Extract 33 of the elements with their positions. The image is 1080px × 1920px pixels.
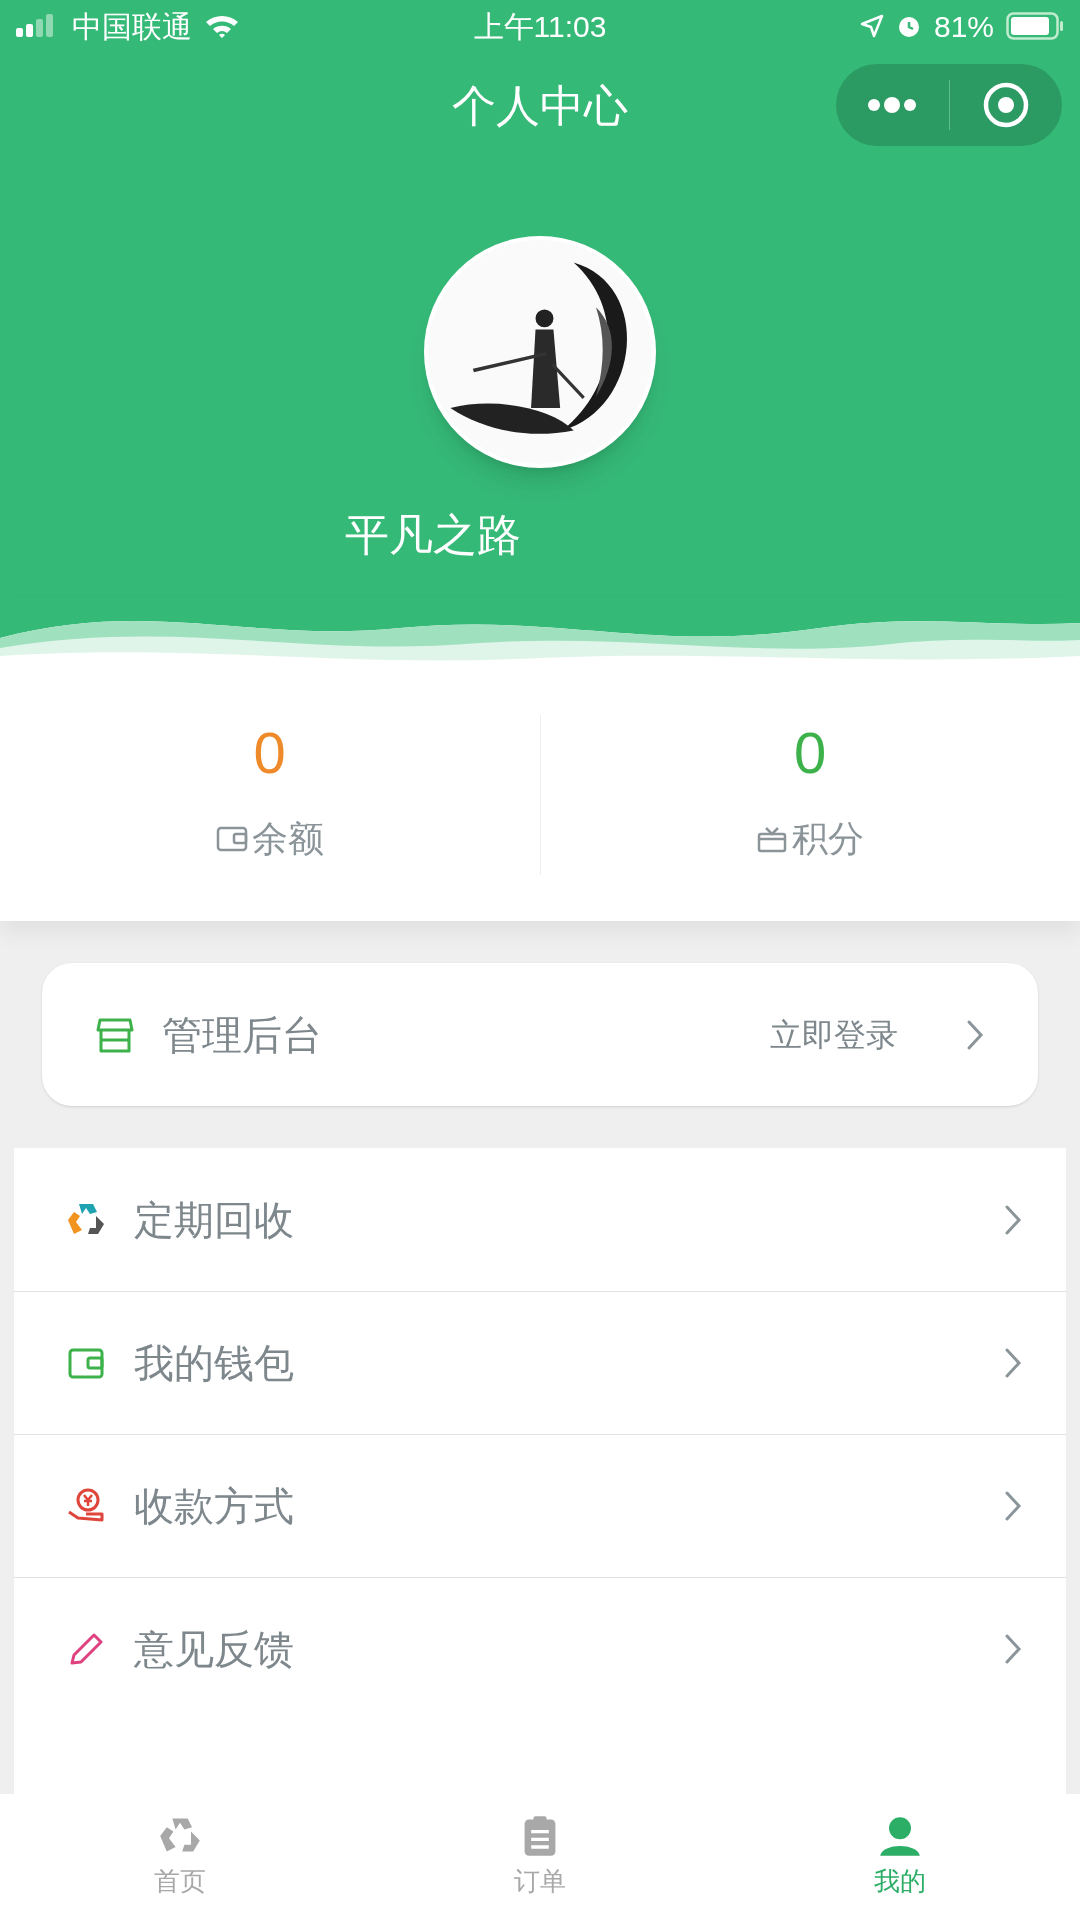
battery-icon bbox=[1006, 12, 1064, 40]
menu-label: 我的钱包 bbox=[134, 1340, 295, 1387]
menu-label: 定期回收 bbox=[134, 1196, 295, 1244]
admin-card[interactable]: 管理后台 立即登录 bbox=[42, 963, 1038, 1106]
tab-item[interactable]: 订单 bbox=[360, 1794, 720, 1920]
chevron-right-icon bbox=[966, 1018, 984, 1051]
stat-value: 0 bbox=[794, 723, 827, 782]
chevron-right-icon bbox=[1004, 1347, 1022, 1379]
battery-percent: 81% bbox=[933, 8, 994, 45]
location-arrow-icon bbox=[859, 14, 884, 38]
menu-item[interactable]: 我的钱包 bbox=[14, 1291, 1066, 1434]
more-icon bbox=[866, 97, 919, 113]
menu-label: 意见反馈 bbox=[134, 1626, 295, 1673]
stat-label: 积分 bbox=[792, 816, 865, 861]
wifi-icon bbox=[204, 13, 240, 39]
status-time: 上午11:03 bbox=[472, 8, 608, 45]
stat-label: 余额 bbox=[251, 816, 324, 861]
stat-value: 0 bbox=[253, 723, 286, 782]
menu-label: 收款方式 bbox=[134, 1483, 295, 1530]
target-icon bbox=[981, 81, 1030, 129]
page-title: 个人中心 bbox=[452, 80, 628, 132]
chevron-right-icon bbox=[1004, 1490, 1022, 1522]
menu-item[interactable]: 定期回收 bbox=[14, 1148, 1066, 1291]
carrier-name: 中国联通 bbox=[72, 8, 192, 45]
tab-item[interactable]: 我的 bbox=[720, 1794, 1080, 1920]
menu-item[interactable]: 意见反馈 bbox=[14, 1577, 1066, 1720]
chevron-right-icon bbox=[1004, 1633, 1022, 1665]
login-link[interactable]: 立即登录 bbox=[770, 1010, 898, 1059]
admin-label: 管理后台 bbox=[162, 1011, 323, 1059]
tab-item[interactable]: 首页 bbox=[0, 1794, 360, 1920]
user-name: 平凡之路 bbox=[345, 510, 521, 559]
chevron-right-icon bbox=[1004, 1203, 1022, 1236]
menu-item[interactable]: 收款方式 bbox=[14, 1434, 1066, 1577]
